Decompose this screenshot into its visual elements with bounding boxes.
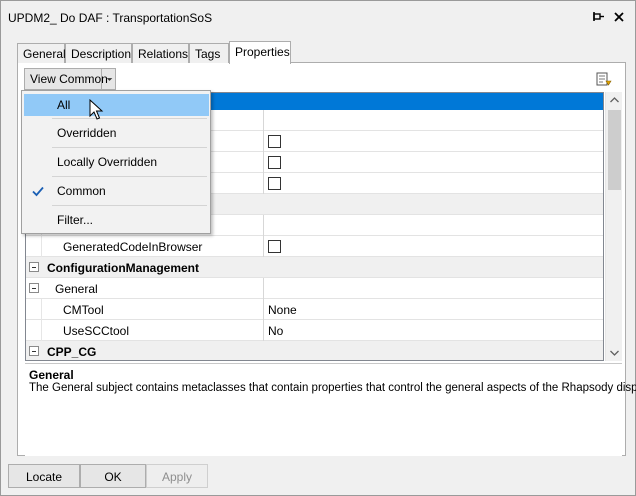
grid-row[interactable]: GeneratedCodeInBrowser — [26, 236, 603, 257]
mouse-cursor-icon — [89, 99, 104, 120]
tab-description[interactable]: Description — [65, 43, 132, 63]
apply-button[interactable]: Apply — [146, 464, 208, 488]
menu-separator — [52, 147, 207, 148]
property-value[interactable]: None — [268, 303, 297, 317]
column-divider — [263, 110, 264, 131]
locate-button[interactable]: Locate — [8, 464, 80, 488]
menu-item-locally-overridden[interactable]: Locally Overridden — [24, 151, 209, 173]
view-filter-menu: All Overridden Locally Overridden Common… — [21, 90, 211, 234]
menu-separator — [52, 176, 207, 177]
property-checkbox[interactable] — [268, 240, 281, 253]
menu-item-filter[interactable]: Filter... — [24, 209, 209, 231]
column-divider — [263, 131, 264, 152]
grid-row[interactable]: General — [26, 278, 603, 299]
description-text: The General subject contains metaclasses… — [29, 382, 636, 394]
view-filter-combo[interactable]: View Common — [24, 68, 116, 90]
subject-name: CPP_CG — [47, 345, 97, 359]
column-divider — [263, 320, 264, 341]
title-bar: UPDM2_ Do DAF : TransportationSoS — [1, 1, 635, 35]
menu-separator — [52, 118, 207, 119]
menu-item-label: Common — [57, 184, 106, 198]
tab-relations[interactable]: Relations — [132, 43, 189, 63]
menu-item-label: Filter... — [57, 213, 94, 227]
grid-row[interactable]: ConfigurationManagement — [26, 257, 603, 278]
property-name: UseSCCtool — [63, 324, 130, 338]
column-divider — [263, 215, 264, 236]
pin-icon[interactable] — [593, 11, 605, 23]
checkmark-icon — [32, 186, 44, 197]
column-divider — [263, 173, 264, 194]
grid-row[interactable]: CMTool None — [26, 299, 603, 320]
column-divider — [263, 152, 264, 173]
ok-button[interactable]: OK — [80, 464, 146, 488]
row-gutter — [26, 299, 42, 320]
column-divider — [263, 278, 264, 299]
view-filter-label: View Common — [30, 72, 108, 86]
vertical-scrollbar[interactable] — [605, 92, 622, 361]
property-checkbox[interactable] — [268, 177, 281, 190]
menu-item-label: Locally Overridden — [57, 155, 158, 169]
scrollbar-thumb[interactable] — [608, 110, 621, 190]
grid-row[interactable]: UseSCCtool No — [26, 320, 603, 341]
menu-separator — [52, 205, 207, 206]
menu-item-all[interactable]: All — [24, 94, 209, 116]
row-gutter — [26, 320, 42, 341]
grid-row[interactable]: CPP_CG — [26, 341, 603, 360]
properties-icon[interactable] — [595, 71, 613, 89]
scroll-down-icon[interactable] — [606, 344, 623, 361]
properties-window: UPDM2_ Do DAF : TransportationSoS Genera… — [0, 0, 636, 496]
property-name: GeneratedCodeInBrowser — [63, 240, 203, 254]
subject-name: ConfigurationManagement — [47, 261, 199, 275]
menu-item-overridden[interactable]: Overridden — [24, 122, 209, 144]
column-divider — [263, 236, 264, 257]
scroll-up-icon[interactable] — [606, 92, 623, 109]
column-divider — [263, 299, 264, 320]
property-value[interactable]: No — [268, 324, 283, 338]
menu-item-label: All — [57, 98, 71, 112]
tab-tags[interactable]: Tags — [189, 43, 229, 63]
collapse-toggle-icon[interactable] — [29, 283, 39, 293]
description-title: General — [29, 368, 74, 382]
collapse-toggle-icon[interactable] — [29, 346, 39, 356]
menu-item-label: Overridden — [57, 126, 117, 140]
property-checkbox[interactable] — [268, 156, 281, 169]
close-icon[interactable] — [612, 10, 626, 24]
window-title: UPDM2_ Do DAF : TransportationSoS — [8, 11, 213, 25]
collapse-toggle-icon[interactable] — [29, 262, 39, 272]
tab-properties[interactable]: Properties — [229, 41, 291, 64]
metaclass-name: General — [55, 282, 98, 296]
chevron-down-icon[interactable] — [101, 68, 117, 90]
menu-item-common[interactable]: Common — [24, 180, 209, 202]
description-pane: General The General subject contains met… — [25, 363, 636, 456]
property-checkbox[interactable] — [268, 135, 281, 148]
property-name: CMTool — [63, 303, 104, 317]
tab-general[interactable]: General — [17, 43, 66, 63]
row-gutter — [26, 236, 42, 257]
